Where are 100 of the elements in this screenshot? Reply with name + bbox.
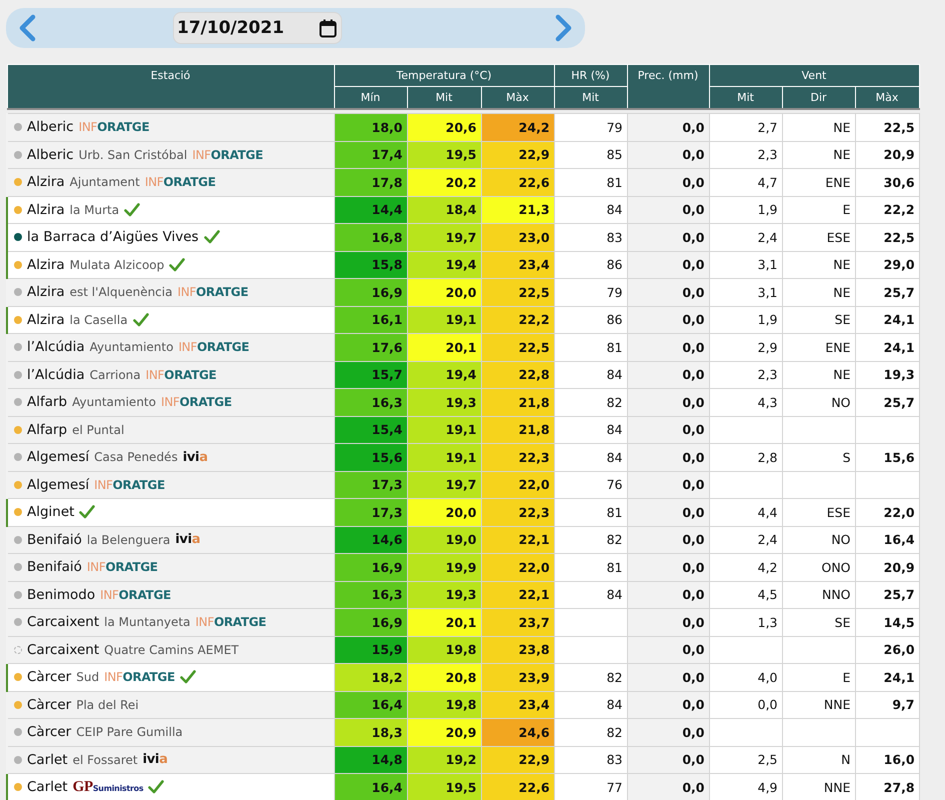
table-cell: 81: [554, 168, 628, 196]
temperature-cell: 15,6: [334, 444, 407, 471]
station-cell[interactable]: Alberic Urb. San Cristóbal INFORATGE: [7, 141, 334, 168]
temperature-cell: 22,6: [481, 774, 554, 800]
temperature-cell: 23,9: [481, 664, 554, 691]
table-cell: 24,1: [855, 306, 920, 334]
table-cell: 4,2: [709, 554, 782, 581]
station-cell[interactable]: l’Alcúdia Carriona INFORATGE: [7, 361, 334, 388]
table-cell: 4,0: [709, 664, 782, 691]
table-cell: 1,3: [709, 608, 782, 636]
temperature-cell: 22,1: [481, 526, 554, 554]
station-cell[interactable]: Carcaixent la Muntanyeta INFORATGE: [7, 608, 334, 636]
station-cell[interactable]: Càrcer Sud INFORATGE: [7, 664, 334, 691]
temperature-cell: 19,7: [407, 471, 481, 498]
station-cell[interactable]: l’Alcúdia Ayuntamiento INFORATGE: [7, 334, 334, 361]
table-cell: 86: [554, 251, 628, 278]
station-place: la Casella: [70, 312, 128, 327]
station-cell[interactable]: Alginet: [7, 498, 334, 526]
table-cell: 0,0: [627, 251, 710, 278]
table-cell: 22,5: [855, 114, 920, 141]
table-cell: 0,0: [627, 388, 710, 416]
table-cell: 82: [554, 388, 628, 416]
table-cell: NNO: [782, 581, 856, 608]
column-header: Mit: [709, 86, 782, 109]
station-cell[interactable]: Alzira la Murta: [7, 196, 334, 224]
station-cell[interactable]: Càrcer Pla del Rei: [7, 691, 334, 718]
temperature-cell: 22,5: [481, 278, 554, 306]
temperature-cell: 22,0: [481, 554, 554, 581]
station-cell[interactable]: Algemesí INFORATGE: [7, 471, 334, 498]
station-name: Alzira: [27, 202, 65, 218]
column-header: Mit: [554, 86, 628, 109]
station-cell[interactable]: Carlet GPSuministros: [7, 774, 334, 800]
station-cell[interactable]: Benimodo INFORATGE: [7, 581, 334, 608]
station-cell[interactable]: Carcaixent Quatre Camins AEMET: [7, 636, 334, 664]
column-header: Dir: [782, 86, 856, 109]
table-cell: 22,5: [855, 224, 920, 251]
station-cell[interactable]: Carlet el Fossaret ivia: [7, 746, 334, 774]
station-cell[interactable]: Alzira est l'Alquenència INFORATGE: [7, 278, 334, 306]
table-cell: 81: [554, 334, 628, 361]
table-cell: 76: [554, 471, 628, 498]
station-cell[interactable]: Alfarp el Puntal: [7, 416, 334, 444]
source-logo: INFORATGE: [144, 175, 216, 190]
temperature-cell: 19,4: [407, 361, 481, 388]
table-cell: E: [782, 664, 856, 691]
table-cell: 0,0: [627, 498, 710, 526]
table-cell: 3,1: [709, 278, 782, 306]
station-place: Ajuntament: [70, 175, 140, 190]
temperature-cell: 23,8: [481, 636, 554, 664]
table-cell: 1,9: [709, 196, 782, 224]
station-place: est l'Alquenència: [70, 285, 172, 300]
temperature-cell: 16,9: [334, 554, 407, 581]
table-cell: 24,1: [855, 334, 920, 361]
temperature-cell: 15,4: [334, 416, 407, 444]
table-cell: 0,0: [627, 636, 710, 664]
source-logo: INFORATGE: [195, 615, 266, 630]
source-logo: INFORATGE: [192, 148, 263, 162]
station-cell[interactable]: la Barraca d’Aigües Vives: [7, 224, 334, 251]
temperature-cell: 23,0: [481, 224, 554, 251]
temperature-cell: 21,3: [481, 196, 554, 224]
station-name: Carcaixent: [27, 642, 100, 658]
temperature-cell: 22,5: [481, 334, 554, 361]
station-name: la Barraca d’Aigües Vives: [27, 229, 199, 246]
table-cell: 77: [554, 774, 628, 800]
station-cell[interactable]: Càrcer CEIP Pare Gumilla: [7, 718, 334, 746]
station-cell[interactable]: Algemesí Casa Penedés ivia: [7, 444, 334, 471]
temperature-cell: 19,1: [407, 416, 481, 444]
table-cell: 0,0: [627, 471, 710, 498]
temperature-cell: 17,6: [334, 334, 407, 361]
temperature-cell: 20,9: [407, 718, 481, 746]
temperature-cell: 20,8: [407, 664, 481, 691]
station-cell[interactable]: Benifaió INFORATGE: [7, 554, 334, 581]
check-icon: [169, 258, 186, 272]
station-cell[interactable]: Alfarb Ayuntamiento INFORATGE: [7, 388, 334, 416]
table-cell: 82: [554, 664, 628, 691]
station-name: Càrcer: [27, 696, 72, 713]
station-name: Carlet: [27, 779, 68, 796]
column-header: Vent: [709, 64, 920, 86]
calendar-icon[interactable]: [319, 18, 337, 38]
station-cell[interactable]: Alzira Mulata Alzicoop: [7, 251, 334, 278]
table-cell: ENE: [782, 168, 856, 196]
temperature-cell: 16,1: [334, 306, 407, 334]
table-cell: 0,0: [627, 141, 710, 168]
source-logo: ivia: [175, 532, 200, 548]
station-cell[interactable]: Benifaió la Belenguera ivia: [7, 526, 334, 554]
station-cell[interactable]: Alzira Ajuntament INFORATGE: [7, 168, 334, 196]
table-cell: 20,9: [855, 141, 920, 168]
table-cell: 0,0: [627, 608, 710, 636]
station-name: Alginet: [27, 504, 74, 520]
station-cell[interactable]: Alberic INFORATGE: [7, 114, 334, 141]
temperature-cell: 20,6: [407, 114, 481, 141]
table-cell: 0,0: [627, 278, 710, 306]
station-name: Càrcer: [27, 669, 72, 686]
table-cell: 86: [554, 306, 628, 334]
table-cell: N: [782, 746, 856, 774]
table-cell: 4,7: [709, 168, 782, 196]
table-cell: 0,0: [627, 416, 710, 444]
station-cell[interactable]: Alzira la Casella: [7, 306, 334, 334]
date-field[interactable]: 17/10/2021: [173, 12, 342, 44]
station-place: el Fossaret: [72, 752, 138, 767]
temperature-cell: 17,3: [334, 471, 407, 498]
